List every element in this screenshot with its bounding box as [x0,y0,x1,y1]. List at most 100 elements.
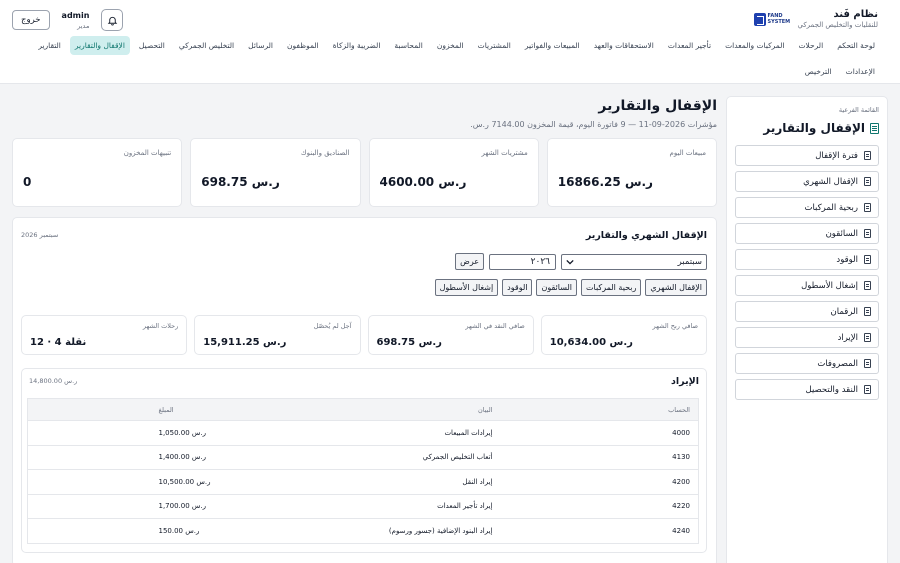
brand-name: نظام فَند [833,9,878,20]
main-nav: لوحة التحكم الرحلات المركبات والمعدات تأجير… [18,36,880,81]
nav-item[interactable]: الموظفون [282,36,324,55]
monthly-close-panel: الإقفال الشهري والتقارير سبتمبر 2026 سبت… [12,217,717,563]
stat-card: صافي ربح الشهر 10,634.00 ر.س [540,315,707,355]
page-subtitle: مؤشرات 2026-09-11 — 9 فاتورة اليوم، قيمة… [470,120,717,129]
stat-value: 12 · 4 نقلة [30,337,87,348]
nav-item[interactable]: الترخيص [800,62,837,81]
nav-item[interactable]: الرسائل [243,36,278,55]
notifications-button[interactable] [101,9,124,31]
sidebar-item[interactable]: النقد والتحصيل [735,379,879,400]
sidebar-title: الإقفال والتقارير [735,121,879,135]
document-icon [864,385,871,394]
kpi-card: مبيعات اليوم 16866.25 ر.س [546,138,717,207]
stat-card: رحلات الشهر 12 · 4 نقلة [21,315,188,355]
table-row: 4000 إيرادات المبيعات 1,050.00 ر.س [27,420,699,446]
table-row: 4200 إيراد النقل 10,500.00 ر.س [27,469,699,495]
account-cell: 4000 [498,420,699,446]
sidebar-item-label: فترة الإقفال [815,150,858,161]
amount-cell: 1,700.00 ر.س [27,494,219,519]
amount-value: 1,400.00 ر.س [158,453,207,462]
kpi-cards: مبيعات اليوم 16866.25 ر.س مشتريات الشهر 460… [12,138,717,207]
user-info: admin مدير [62,11,90,30]
document-icon [864,255,871,264]
table-row: 4130 أتعاب التخليص الجمركي 1,400.00 ر.س [27,445,699,470]
nav-item[interactable]: المبيعات والفواتير [520,36,585,55]
report-button[interactable]: ربحية المركبات [581,279,642,296]
nav-item[interactable]: الاستحقاقات والعهد [589,36,659,55]
report-button[interactable]: السائقون [536,279,577,296]
kpi-value: 0 [23,175,32,189]
logout-button[interactable]: خروج [12,10,50,30]
document-icon [864,151,871,160]
period-controls: سبتمبر ٢٠٢٦ عرض [455,253,707,270]
sidebar-item[interactable]: السائقون [735,223,879,244]
nav-item[interactable]: المركبات والمعدات [720,36,789,55]
account-cell: 4220 [498,494,699,519]
nav-item[interactable]: المشتريات [473,36,516,55]
stat-label: صافي النقد في الشهر [465,322,525,330]
sidebar-item[interactable]: فترة الإقفال [735,145,879,166]
amount-cell: 10,500.00 ر.س [27,469,219,495]
name-cell: إيرادات المبيعات [218,420,499,446]
nav-item[interactable]: الرحلات [794,36,829,55]
panel-title: الإقفال الشهري والتقارير [585,230,707,241]
logo-text-2: SYSTEM [767,19,791,25]
sidebar: القائمة الفرعية الإقفال والتقارير فترة ا… [726,96,888,563]
nav-item[interactable]: تأجير المعدات [663,36,716,55]
nav-item[interactable]: الإعدادات [841,62,880,81]
report-buttons: الإقفال الشهري ربحية المركبات السائقون الوق… [434,279,707,296]
nav-item[interactable]: المحاسبة [389,36,427,55]
account-cell: 4200 [498,469,699,495]
sidebar-item[interactable]: الإيراد [735,327,879,348]
stat-label: رحلات الشهر [142,322,179,330]
nav-item[interactable]: التقارير [33,36,66,55]
amount-cell: 1,400.00 ر.س [27,445,219,470]
document-icon [864,203,871,212]
revenue-title: الإيراد [671,376,699,387]
table-row: 4240 إيراد البنود الإضافية (جسور ورسوم) 15… [27,518,699,544]
kpi-label: مشتريات الشهر [481,149,528,157]
kpi-value: 4600.00 ر.س [379,175,467,189]
nav-item[interactable]: التحصيل [134,36,170,55]
amount-cell: 150.00 ر.س [27,518,219,544]
sidebar-item[interactable]: إشغال الأسطول [735,275,879,296]
nav-item[interactable]: لوحة التحكم [832,36,880,55]
sidebar-item[interactable]: الوقود [735,249,879,270]
sidebar-item[interactable]: الإقفال الشهري [735,171,879,192]
nav-item[interactable]: الإقفال والتقارير [69,36,130,55]
report-button[interactable]: الوقود [502,279,533,296]
brand[interactable]: نظام فَند للنقليات والتخليص الجمركي FAND… [753,9,878,29]
stat-card: صافي النقد في الشهر 698.75 ر.س [367,315,534,355]
nav-item[interactable]: التخليص الجمركي [174,36,239,55]
sidebar-item[interactable]: ربحية المركبات [735,197,879,218]
document-icon [864,333,871,342]
bell-icon [107,16,118,26]
stat-value: 698.75 ر.س [376,337,442,348]
kpi-card: تنبيهات المخزون 0 [12,138,183,207]
amount-value: 150.00 ر.س [158,526,200,535]
table-header-row: الحساب البيان المبلغ [27,398,699,421]
name-cell: إيراد تأجير المعدات [218,494,499,519]
document-icon [864,177,871,186]
nav-item[interactable]: المخزون [432,36,469,55]
amount-value: 1,050.00 ر.س [158,428,207,437]
year-input[interactable]: ٢٠٢٦ [489,253,556,270]
sidebar-item-label: إشغال الأسطول [801,280,858,291]
account-cell: 4130 [498,445,699,470]
sidebar-item[interactable]: الرقمان [735,301,879,322]
report-button[interactable]: الإقفال الشهري [645,279,707,296]
sidebar-item-label: الرقمان [830,306,858,317]
user-name: admin [61,10,90,20]
report-button[interactable]: إشغال الأسطول [434,279,499,296]
month-select[interactable]: سبتمبر [561,253,707,270]
col-account: الحساب [498,398,699,421]
nav-item[interactable]: الضريبة والزكاة [328,36,386,55]
chevron-down-icon [566,259,574,265]
stat-value: 15,911.25 ر.س [203,337,287,348]
month-select-value: سبتمبر [677,256,702,267]
sidebar-item[interactable]: المصروفات [735,353,879,374]
user-area: خروج admin مدير [12,9,124,31]
revenue-total: 14,800.00 ر.س [29,377,78,385]
show-button[interactable]: عرض [455,253,484,270]
stat-value: 10,634.00 ر.س [549,337,633,348]
